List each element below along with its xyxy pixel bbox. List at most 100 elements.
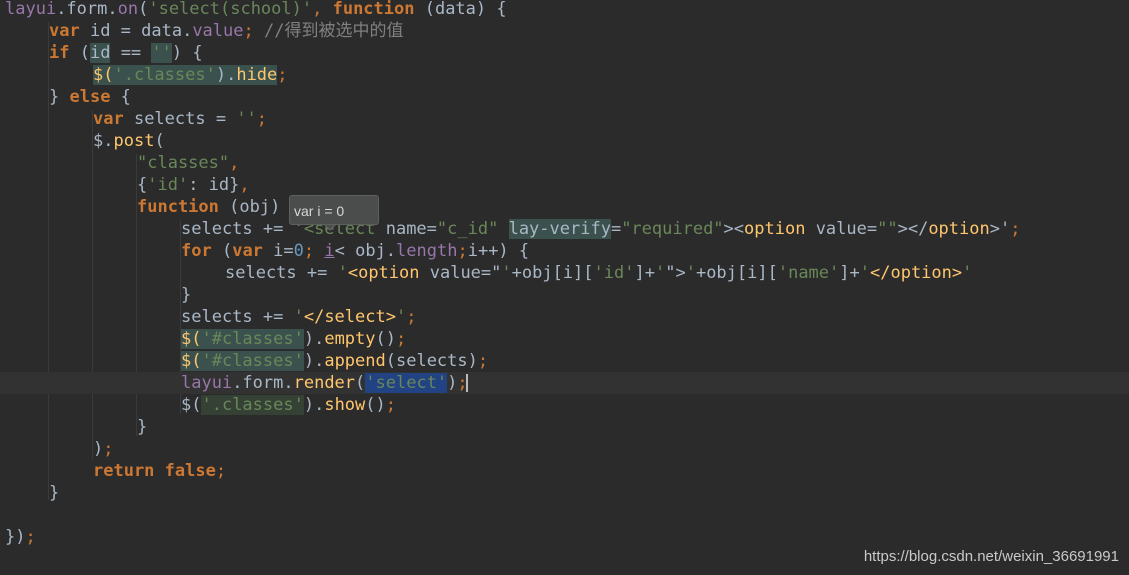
- code-token: $(: [93, 65, 114, 85]
- code-token: ;: [396, 329, 407, 349]
- code-token: selects =: [123, 109, 237, 129]
- code-line[interactable]: "classes",: [0, 152, 1129, 174]
- code-token: for: [181, 241, 212, 261]
- code-line[interactable]: layui.form.on('select(school)', function…: [0, 0, 1129, 20]
- code-token: }: [49, 483, 60, 503]
- code-token: var: [232, 241, 263, 261]
- code-line[interactable]: });: [0, 526, 1129, 548]
- code-token: ).: [303, 395, 325, 415]
- code-line[interactable]: [0, 504, 1129, 526]
- code-line[interactable]: for (var i=0; i< obj.length;i++) {: [0, 240, 1129, 262]
- code-line[interactable]: {'id': id},: [0, 174, 1129, 196]
- code-token: =: [610, 219, 622, 239]
- watermark: https://blog.csdn.net/weixin_36691991: [863, 548, 1119, 565]
- code-token: function: [137, 197, 219, 217]
- code-token: value=: [805, 219, 878, 239]
- code-token: ': [337, 263, 348, 283]
- code-token: : id}: [188, 175, 240, 195]
- code-token: '.classes': [201, 395, 304, 415]
- code-line[interactable]: selects += '</select>';: [0, 306, 1129, 328]
- code-token: var: [93, 109, 124, 129]
- code-line[interactable]: return false;: [0, 460, 1129, 482]
- code-token: i=: [262, 241, 294, 261]
- code-token: ;: [243, 21, 264, 41]
- code-line[interactable]: function (obj) {: [0, 196, 1129, 218]
- code-token: return false: [93, 461, 216, 481]
- code-token: value=": [419, 263, 502, 283]
- code-token: layui: [181, 373, 233, 393]
- code-token: ==: [110, 43, 152, 63]
- code-token: else: [69, 87, 111, 107]
- code-token: ;: [406, 307, 417, 327]
- code-token: ) {: [171, 43, 203, 63]
- code-line[interactable]: $('#classes').empty();: [0, 328, 1129, 350]
- code-token: $(: [181, 395, 202, 415]
- code-line[interactable]: var id = data.value; //得到被选中的值: [0, 20, 1129, 42]
- code-line[interactable]: }: [0, 284, 1129, 306]
- code-line[interactable]: $('.classes').show();: [0, 394, 1129, 416]
- code-token: }): [5, 527, 26, 547]
- code-token: }: [181, 285, 192, 305]
- code-line[interactable]: var selects = '';: [0, 108, 1129, 130]
- code-token: 'name': [777, 263, 840, 283]
- code-line[interactable]: $.post(: [0, 130, 1129, 152]
- code-token: (data) {: [414, 0, 507, 19]
- code-line[interactable]: selects += '<select name="c_id" lay-veri…: [0, 218, 1129, 240]
- code-token: hide: [236, 65, 278, 85]
- code-token: value: [192, 21, 244, 41]
- code-line[interactable]: );: [0, 438, 1129, 460]
- code-token: selects +=: [181, 307, 294, 327]
- code-token: i: [324, 241, 335, 261]
- code-token: '': [151, 43, 172, 63]
- code-token: ': [859, 263, 870, 283]
- code-token: selects +=: [225, 263, 338, 283]
- code-token: ;: [277, 65, 288, 85]
- code-token: option: [928, 219, 990, 239]
- code-token: ,: [312, 0, 333, 19]
- code-token: "": [877, 219, 898, 239]
- code-token: //得到被选中的值: [263, 21, 404, 41]
- code-token: (selects): [385, 351, 478, 371]
- code-token: >': [989, 219, 1011, 239]
- code-token: (: [355, 373, 366, 393]
- text-caret: [466, 374, 468, 392]
- code-token: "c_id": [436, 219, 499, 239]
- code-token: ;: [1010, 219, 1021, 239]
- code-line[interactable]: $('#classes').append(selects);: [0, 350, 1129, 372]
- code-line[interactable]: } else {: [0, 86, 1129, 108]
- code-line[interactable]: $('.classes').hide;: [0, 64, 1129, 86]
- code-token: ;: [303, 241, 325, 261]
- code-token: '.classes': [113, 65, 216, 85]
- code-token: render: [293, 373, 356, 393]
- code-token: selects +=: [181, 219, 294, 239]
- code-token: "classes": [137, 153, 230, 173]
- code-token: name=: [385, 219, 437, 239]
- code-token: ;: [103, 439, 114, 459]
- code-token: '#classes': [201, 329, 304, 349]
- code-token: on: [117, 0, 139, 19]
- code-line[interactable]: }: [0, 482, 1129, 504]
- code-token: ></: [897, 219, 929, 239]
- code-token: .form.: [232, 373, 294, 393]
- code-token: .form.: [56, 0, 118, 19]
- code-line[interactable]: selects += '<option value="'+obj[i]['id'…: [0, 262, 1129, 284]
- code-token: (): [365, 395, 386, 415]
- code-line[interactable]: }: [0, 416, 1129, 438]
- code-token: (): [375, 329, 396, 349]
- code-token: ).: [303, 351, 325, 371]
- code-token: i++) {: [467, 241, 530, 261]
- code-token: +obj[i][: [695, 263, 778, 283]
- code-token: empty: [324, 329, 376, 349]
- code-line[interactable]: if (id == '') {: [0, 42, 1129, 64]
- code-token: ;: [25, 527, 36, 547]
- code-editor[interactable]: layui.form.on('select(school)', function…: [0, 0, 1129, 575]
- code-token: '': [236, 109, 257, 129]
- code-token: 'id': [593, 263, 635, 283]
- variable-value-tooltip: var i = 0: [289, 195, 379, 225]
- code-token: ': [395, 307, 407, 327]
- code-token: "required": [621, 219, 724, 239]
- code-token: (: [154, 131, 165, 151]
- code-token: ': [293, 307, 304, 327]
- code-line[interactable]: layui.form.render('select');: [0, 372, 1129, 394]
